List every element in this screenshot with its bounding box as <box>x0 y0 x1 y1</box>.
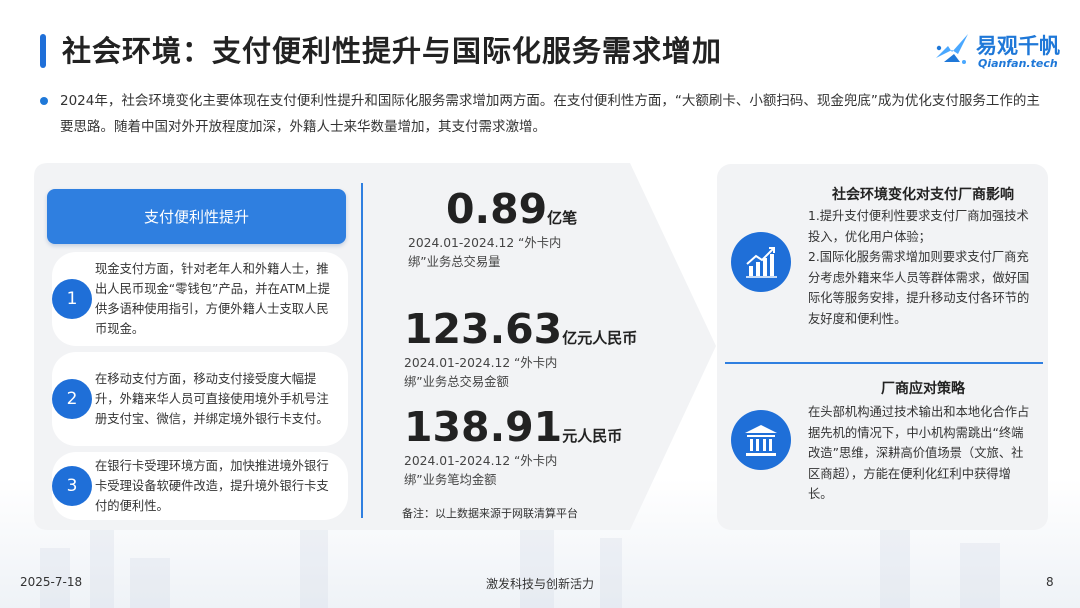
stat-label: 2024.01-2024.12 “外卡内绑”业务笔均金额 <box>404 454 558 487</box>
list-item: 3 在银行卡受理环境方面，加快推进境外银行卡受理设备软硬件改造，提升境外银行卡支… <box>52 452 348 520</box>
list-item: 1 现金支付方面，针对老年人和外籍人士，推出人民币现金“零钱包”产品，并在ATM… <box>52 252 348 346</box>
stat-label: 2024.01-2024.12 “外卡内绑”业务总交易金额 <box>404 356 558 389</box>
chart-growth-icon <box>731 232 791 292</box>
data-source-note: 备注：以上数据来源于网联清算平台 <box>402 507 578 520</box>
right-divider <box>725 362 1043 364</box>
section-heading-convenience: 支付便利性提升 <box>47 189 346 244</box>
vertical-divider <box>361 183 363 518</box>
item-number: 2 <box>52 379 92 419</box>
footer-slogan: 激发科技与创新活力 <box>485 577 594 591</box>
impact-title: 社会环境变化对支付厂商影响 <box>832 187 1014 203</box>
item-text: 在移动支付方面，移动支付接受度大幅提升，外籍来华人员可直接使用境外手机号注册支付… <box>95 372 329 426</box>
intro-text: 2024年，社会环境变化主要体现在支付便利性提升和国际化服务需求增加两方面。在支… <box>60 93 1040 135</box>
page-number: 8 <box>1046 575 1054 589</box>
logo-name: 易观千帆 <box>976 34 1060 58</box>
brand-logo: 易观千帆 Qianfan.tech <box>930 28 1070 72</box>
logo-bird-icon <box>936 34 968 64</box>
item-number: 3 <box>52 466 92 506</box>
item-text: 现金支付方面，针对老年人和外籍人士，推出人民币现金“零钱包”产品，并在ATM上提… <box>95 262 331 336</box>
impact-body: 1.提升支付便利性要求支付厂商加强技术投入，优化用户体验； 2.国际化服务需求增… <box>808 209 1030 326</box>
stat-value: 0.89 <box>446 185 548 233</box>
bullet-dot <box>40 97 48 105</box>
list-item: 2 在移动支付方面，移动支付接受度大幅提升，外籍来华人员可直接使用境外手机号注册… <box>52 352 348 446</box>
stat-value: 138.91 <box>404 403 563 451</box>
stat-transaction-volume: 0.89亿笔 2024.01-2024.12 “外卡内绑”业务总交易量 <box>408 185 746 272</box>
item-text: 在银行卡受理环境方面，加快推进境外银行卡受理设备软硬件改造，提升境外银行卡支付的… <box>95 459 329 513</box>
stat-transaction-amount: 123.63亿元人民币 2024.01-2024.12 “外卡内绑”业务总交易金… <box>404 306 704 392</box>
strategy-title: 厂商应对策略 <box>881 381 965 397</box>
stat-label: 2024.01-2024.12 “外卡内绑”业务总交易量 <box>408 236 562 269</box>
item-number: 1 <box>52 279 92 319</box>
stat-unit: 亿元人民币 <box>562 329 638 347</box>
title-accent-bar <box>40 34 46 68</box>
stat-average-amount: 138.91元人民币 2024.01-2024.12 “外卡内绑”业务笔均金额 <box>404 404 704 490</box>
page-title: 社会环境：支付便利性提升与国际化服务需求增加 <box>62 34 723 68</box>
bank-building-icon <box>731 410 791 470</box>
stat-value: 123.63 <box>404 305 563 353</box>
strategy-body: 在头部机构通过技术输出和本地化合作占据先机的情况下，中小机构需跳出“终端改造”思… <box>808 405 1030 501</box>
stat-unit: 亿笔 <box>547 209 578 227</box>
logo-url: Qianfan.tech <box>978 57 1058 70</box>
stat-unit: 元人民币 <box>562 427 623 445</box>
